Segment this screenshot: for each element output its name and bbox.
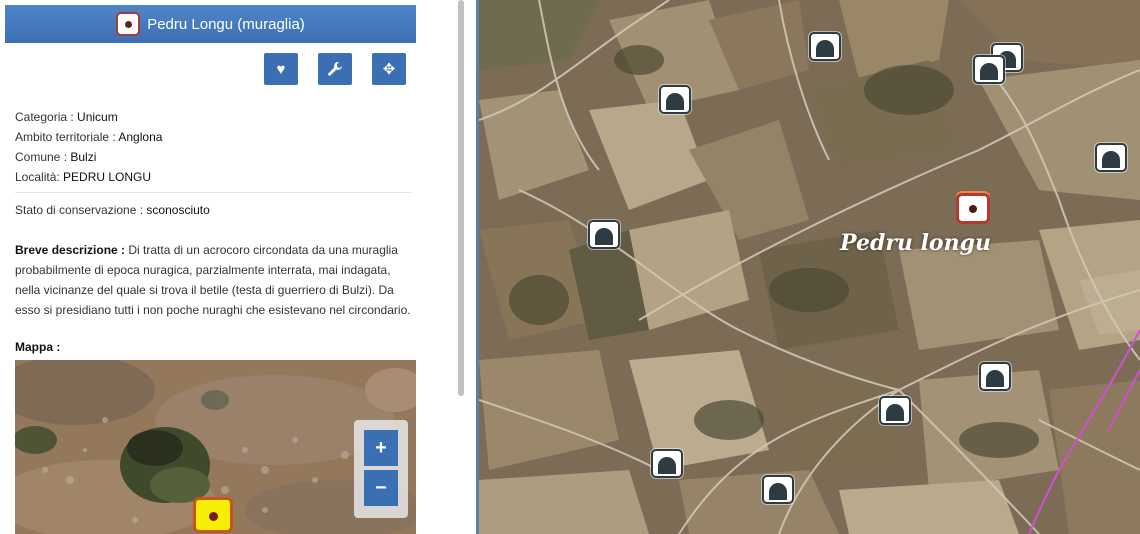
- basic-info: Categoria : Unicum Ambito territoriale :…: [15, 107, 413, 187]
- nuraghe-icon[interactable]: [979, 362, 1011, 391]
- wrench-icon: [328, 62, 342, 76]
- map-label: Mappa :: [15, 340, 61, 354]
- panel-scrollbar[interactable]: [458, 0, 464, 396]
- municipality-value: Bulzi: [70, 150, 97, 164]
- nuraghe-icon[interactable]: [973, 55, 1005, 84]
- nuraghe-icon[interactable]: [588, 220, 620, 249]
- site-type-icon: [116, 12, 141, 36]
- zoom-in-button[interactable]: +: [364, 430, 398, 466]
- panel-header: Pedru Longu (muraglia): [5, 5, 416, 43]
- municipality-row: Comune : Bulzi: [15, 150, 97, 164]
- mini-map-site-marker[interactable]: [193, 497, 233, 533]
- satellite-imagery: [479, 0, 1140, 534]
- zoom-out-button[interactable]: −: [364, 470, 398, 506]
- action-bar: ♥ ✥: [264, 53, 406, 85]
- territory-value: Anglona: [118, 130, 163, 144]
- zoom-control: + −: [354, 420, 408, 518]
- conservation-value: sconosciuto: [146, 203, 210, 217]
- main-map[interactable]: Pedru longu: [479, 0, 1140, 534]
- divider: [15, 192, 411, 193]
- description: Breve descrizione : Di tratta di un acro…: [15, 240, 413, 320]
- tools-button[interactable]: [318, 53, 352, 85]
- info-panel: Pedru Longu (muraglia) ♥ ✥ Categoria : U…: [0, 0, 430, 534]
- panel-title: Pedru Longu (muraglia): [147, 15, 305, 33]
- heart-icon: ♥: [276, 60, 286, 78]
- crosshair-icon: ✥: [382, 61, 396, 78]
- conservation-row: Stato di conservazione : sconosciuto: [15, 203, 210, 217]
- nuraghe-icon[interactable]: [809, 32, 841, 61]
- category-row: Categoria : Unicum: [15, 110, 118, 124]
- category-value: Unicum: [77, 110, 118, 124]
- nuraghe-icon[interactable]: [879, 396, 911, 425]
- description-label: Breve descrizione :: [15, 243, 129, 257]
- site-marker-icon[interactable]: [956, 193, 990, 224]
- nuraghe-icon[interactable]: [1095, 143, 1127, 172]
- locality-value: PEDRU LONGU: [63, 170, 152, 184]
- mini-map[interactable]: + −: [15, 360, 416, 534]
- territory-row: Ambito territoriale : Anglona: [15, 130, 163, 144]
- locality-row: Località: PEDRU LONGU: [15, 170, 152, 184]
- nuraghe-icon[interactable]: [651, 449, 683, 478]
- nuraghe-icon[interactable]: [659, 85, 691, 114]
- favorite-button[interactable]: ♥: [264, 53, 298, 85]
- place-label: Pedru longu: [840, 230, 991, 256]
- nuraghe-icon[interactable]: [762, 475, 794, 504]
- locate-button[interactable]: ✥: [372, 53, 406, 85]
